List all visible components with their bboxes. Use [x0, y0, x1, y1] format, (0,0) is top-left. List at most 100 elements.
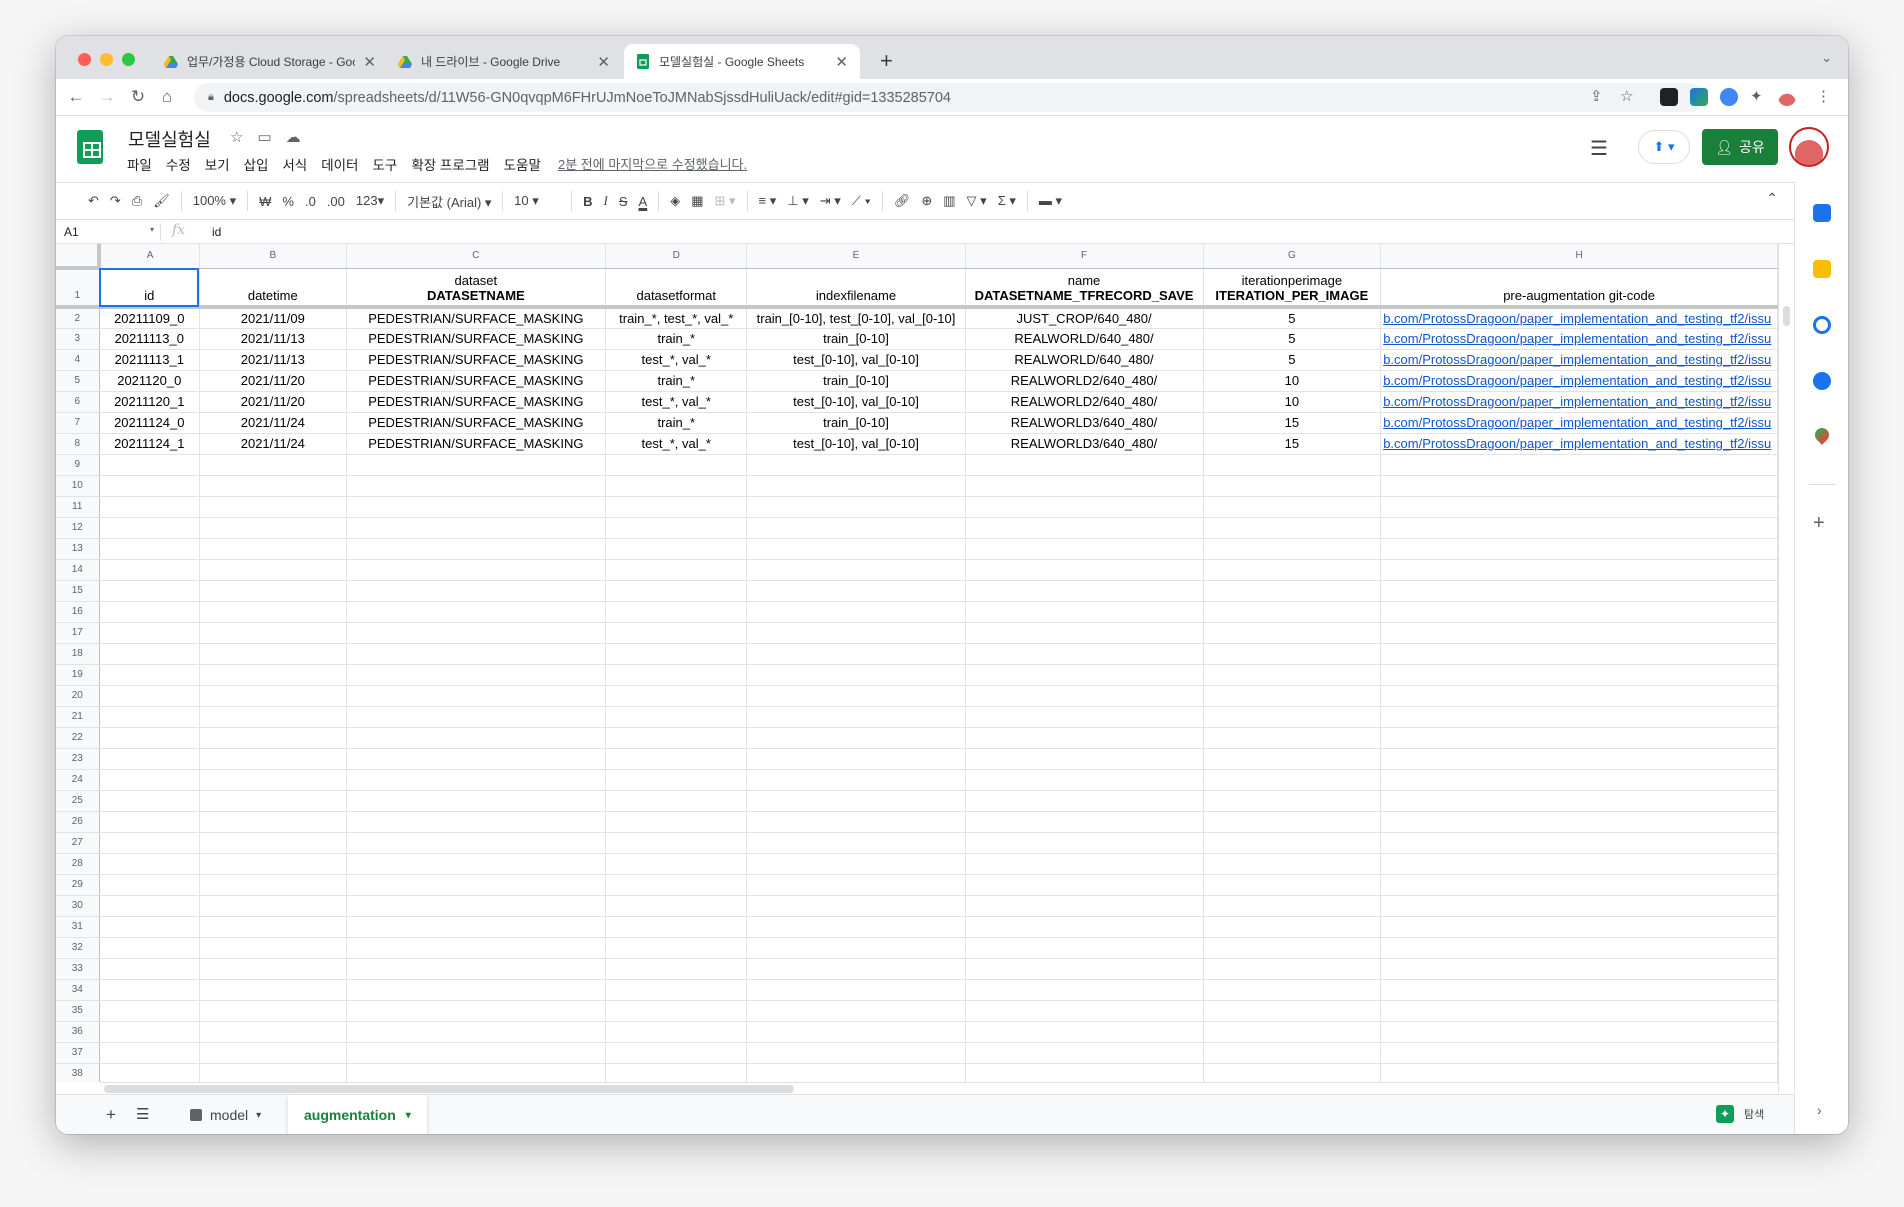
- table-cell[interactable]: [99, 454, 200, 476]
- column-header-g[interactable]: G: [1203, 244, 1382, 269]
- table-cell[interactable]: train_*: [605, 370, 748, 392]
- insert-chart-icon[interactable]: ▥: [943, 193, 955, 209]
- link-cell[interactable]: b.com/ProtossDragoon/paper_implementatio…: [1380, 307, 1778, 329]
- table-cell[interactable]: [1380, 832, 1778, 854]
- font-select[interactable]: 기본값 (Arial) ▾: [407, 192, 491, 211]
- table-cell[interactable]: [1380, 1042, 1778, 1064]
- table-cell[interactable]: [605, 454, 748, 476]
- table-cell[interactable]: [965, 1000, 1204, 1022]
- table-cell[interactable]: [1203, 937, 1382, 959]
- table-cell[interactable]: [746, 937, 966, 959]
- table-cell[interactable]: [746, 811, 966, 833]
- header-cell-id[interactable]: id: [99, 268, 200, 309]
- table-cell[interactable]: [1380, 580, 1778, 602]
- table-cell[interactable]: 2021/11/24: [199, 433, 347, 455]
- table-cell[interactable]: [99, 727, 200, 749]
- table-cell[interactable]: [346, 643, 607, 665]
- link-cell[interactable]: b.com/ProtossDragoon/paper_implementatio…: [1380, 433, 1778, 455]
- table-cell[interactable]: [965, 853, 1204, 875]
- table-cell[interactable]: 15: [1203, 412, 1382, 434]
- extension-icon[interactable]: [1690, 88, 1708, 106]
- name-box[interactable]: A1 ▾: [64, 225, 154, 239]
- more-formats-select[interactable]: 123▾: [356, 193, 384, 209]
- row-header[interactable]: 29: [56, 874, 100, 896]
- present-button[interactable]: ⬆ ▾: [1638, 130, 1690, 164]
- table-cell[interactable]: [199, 685, 347, 707]
- last-edit-link[interactable]: 2분 전에 마지막으로 수정했습니다.: [558, 154, 747, 173]
- table-cell[interactable]: [346, 1063, 607, 1082]
- table-cell[interactable]: [605, 664, 748, 686]
- table-cell[interactable]: [605, 832, 748, 854]
- calendar-icon[interactable]: [1813, 204, 1831, 222]
- table-cell[interactable]: 2021/11/13: [199, 349, 347, 371]
- table-cell[interactable]: [605, 958, 748, 980]
- table-cell[interactable]: [605, 559, 748, 581]
- table-cell[interactable]: [1380, 853, 1778, 875]
- table-cell[interactable]: [346, 475, 607, 497]
- vertical-align-icon[interactable]: ⊥ ▾: [787, 193, 808, 209]
- table-cell[interactable]: [99, 958, 200, 980]
- redo-icon[interactable]: ↷: [110, 193, 121, 209]
- row-header[interactable]: 20: [56, 685, 100, 707]
- table-cell[interactable]: [746, 1021, 966, 1043]
- table-cell[interactable]: [199, 958, 347, 980]
- table-cell[interactable]: [1380, 916, 1778, 938]
- table-cell[interactable]: [605, 685, 748, 707]
- table-cell[interactable]: [346, 454, 607, 476]
- table-cell[interactable]: [965, 727, 1204, 749]
- zoom-window-button[interactable]: [122, 53, 135, 66]
- table-cell[interactable]: [1380, 1000, 1778, 1022]
- table-cell[interactable]: REALWORLD3/640_480/: [965, 433, 1204, 455]
- table-cell[interactable]: [346, 853, 607, 875]
- table-cell[interactable]: PEDESTRIAN/SURFACE_MASKING: [346, 433, 607, 455]
- table-cell[interactable]: [965, 895, 1204, 917]
- table-cell[interactable]: [605, 895, 748, 917]
- menu-data[interactable]: 데이터: [321, 154, 358, 174]
- all-sheets-icon[interactable]: ☰: [136, 1105, 149, 1123]
- table-cell[interactable]: [99, 895, 200, 917]
- table-cell[interactable]: [605, 748, 748, 770]
- table-cell[interactable]: [1380, 790, 1778, 812]
- formula-input[interactable]: id: [212, 225, 221, 239]
- tab-search-icon[interactable]: ⌄: [1821, 50, 1832, 66]
- table-cell[interactable]: [965, 916, 1204, 938]
- row-header[interactable]: 38: [56, 1063, 100, 1082]
- table-cell[interactable]: [99, 622, 200, 644]
- row-header[interactable]: 25: [56, 790, 100, 812]
- column-header-a[interactable]: A: [99, 244, 200, 269]
- table-cell[interactable]: [965, 538, 1204, 560]
- table-cell[interactable]: [1203, 916, 1382, 938]
- sheets-logo[interactable]: [77, 130, 103, 164]
- table-cell[interactable]: test_[0-10], val_[0-10]: [746, 349, 966, 371]
- zoom-select[interactable]: 100% ▾: [193, 193, 236, 209]
- star-icon[interactable]: ☆: [230, 128, 243, 146]
- home-icon[interactable]: ⌂: [156, 87, 178, 107]
- table-cell[interactable]: [1380, 601, 1778, 623]
- column-header-d[interactable]: D: [605, 244, 748, 269]
- table-cell[interactable]: [965, 454, 1204, 476]
- link-cell[interactable]: b.com/ProtossDragoon/paper_implementatio…: [1380, 391, 1778, 413]
- table-cell[interactable]: [199, 454, 347, 476]
- menu-format[interactable]: 서식: [282, 154, 307, 174]
- row-header[interactable]: 28: [56, 853, 100, 875]
- table-cell[interactable]: [605, 769, 748, 791]
- table-cell[interactable]: [99, 580, 200, 602]
- table-cell[interactable]: [746, 979, 966, 1001]
- table-cell[interactable]: REALWORLD/640_480/: [965, 328, 1204, 350]
- share-page-icon[interactable]: ⇪: [1590, 87, 1603, 105]
- table-cell[interactable]: 20211113_0: [99, 328, 200, 350]
- row-header[interactable]: 17: [56, 622, 100, 644]
- table-cell[interactable]: [1203, 601, 1382, 623]
- table-cell[interactable]: [99, 916, 200, 938]
- table-cell[interactable]: 15: [1203, 433, 1382, 455]
- table-cell[interactable]: [99, 475, 200, 497]
- new-tab-icon[interactable]: +: [880, 48, 893, 74]
- table-cell[interactable]: [99, 979, 200, 1001]
- table-cell[interactable]: [99, 664, 200, 686]
- table-cell[interactable]: train_[0-10]: [746, 370, 966, 392]
- table-cell[interactable]: [99, 811, 200, 833]
- row-header[interactable]: 26: [56, 811, 100, 833]
- table-cell[interactable]: 20211113_1: [99, 349, 200, 371]
- table-cell[interactable]: [99, 496, 200, 518]
- menu-extensions[interactable]: 확장 프로그램: [411, 154, 489, 174]
